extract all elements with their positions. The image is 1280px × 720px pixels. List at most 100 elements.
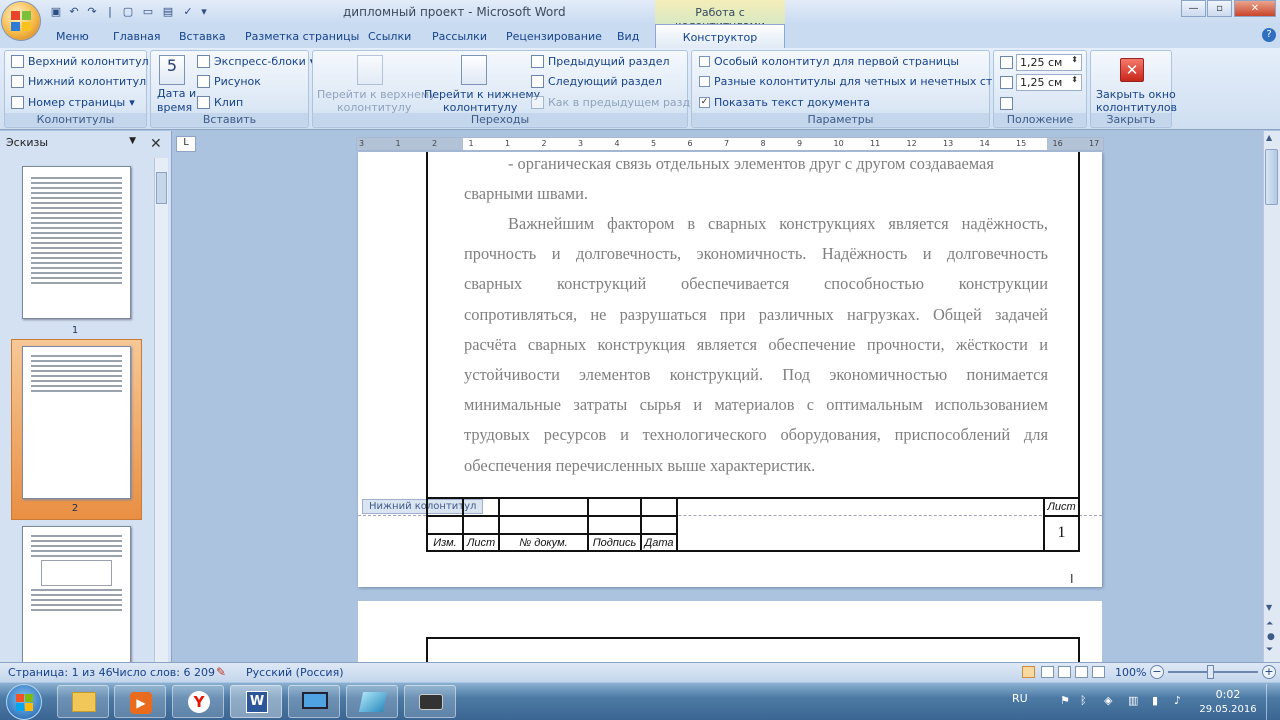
start-button[interactable] — [6, 684, 42, 720]
pane-scrollbar[interactable] — [154, 158, 168, 662]
tab-view[interactable]: Вид — [617, 27, 639, 47]
goto-header-button[interactable]: Перейти к верхнему — [317, 88, 436, 101]
tray-app-icon[interactable]: ◈ — [1104, 694, 1112, 707]
language-status[interactable]: Русский (Россия) — [246, 666, 344, 679]
scroll-thumb[interactable] — [156, 172, 167, 204]
footer-button[interactable]: Нижний колонтитул▾ — [11, 75, 156, 88]
clip-art-button[interactable]: Клип — [197, 96, 243, 109]
goto-header-icon — [357, 55, 383, 85]
maximize-button[interactable]: ▫ — [1207, 0, 1232, 17]
page-thumbnail-1[interactable] — [22, 166, 131, 319]
text-cursor-icon: I — [1070, 572, 1074, 586]
bluetooth-icon[interactable]: ᛒ — [1080, 694, 1087, 707]
page-thumbnail-3[interactable] — [22, 526, 131, 666]
link-icon — [531, 96, 544, 109]
clip-art-icon — [197, 96, 210, 109]
taskbar-explorer[interactable] — [57, 685, 109, 718]
clock-date[interactable]: 29.05.2016 — [1198, 704, 1258, 715]
prev-page-icon[interactable]: ⏶ — [1266, 619, 1273, 629]
zoom-level[interactable]: 100% — [1115, 666, 1146, 679]
footer-position-input[interactable]: 1,25 см ⬍ — [1016, 74, 1082, 91]
tab-selector-icon[interactable]: L — [176, 136, 196, 152]
stamp-list: Лист — [462, 533, 500, 552]
tab-insert[interactable]: Вставка — [179, 27, 226, 47]
print-layout-view-icon[interactable] — [1022, 666, 1035, 678]
close-window-button[interactable]: ✕ — [1234, 0, 1276, 17]
stamp-ndokum: № докум. — [498, 533, 589, 552]
minimize-button[interactable]: — — [1181, 0, 1206, 17]
clock-time[interactable]: 0:02 — [1204, 688, 1252, 701]
page-number-button[interactable]: Номер страницы ▾ — [11, 96, 135, 109]
zoom-out-icon[interactable]: − — [1150, 665, 1164, 679]
taskbar-app[interactable] — [346, 685, 398, 718]
customize-qat-icon[interactable]: ▾ — [196, 4, 212, 19]
date-time-button[interactable]: Дата и — [157, 87, 196, 100]
show-desktop-button[interactable] — [1266, 684, 1280, 720]
media-player-icon: ▶ — [130, 692, 152, 714]
tab-references[interactable]: Ссылки — [368, 27, 411, 47]
open-folder-icon[interactable]: ▭ — [140, 4, 156, 19]
spinner-arrows-icon[interactable]: ⬍ — [1071, 55, 1078, 64]
header-button[interactable]: Верхний колонтитул▾ — [11, 55, 158, 68]
taskbar-camera-app[interactable] — [404, 685, 456, 718]
tab-menu[interactable]: Меню — [56, 27, 89, 47]
scroll-down-icon[interactable]: ▼ — [1266, 603, 1272, 612]
dropdown-icon[interactable]: ▼ — [129, 136, 136, 146]
print-preview-icon[interactable]: ▤ — [160, 4, 176, 19]
insert-alignment-tab-icon[interactable] — [1000, 97, 1013, 110]
taskbar-yandex-browser[interactable]: Y — [172, 685, 224, 718]
network-icon[interactable]: ▥ — [1128, 694, 1138, 707]
taskbar-word[interactable]: W — [230, 685, 282, 718]
first-page-checkbox[interactable]: Особый колонтитул для первой страницы — [699, 55, 959, 68]
close-pane-icon[interactable]: ✕ — [150, 136, 162, 152]
save-icon[interactable]: ▣ — [48, 4, 64, 19]
office-logo-icon — [11, 11, 31, 31]
tab-design[interactable]: Конструктор — [655, 24, 785, 49]
header-position-input[interactable]: 1,25 см ⬍ — [1016, 54, 1082, 71]
spinner-arrows-icon[interactable]: ⬍ — [1071, 75, 1078, 84]
full-screen-view-icon[interactable] — [1041, 666, 1054, 678]
stamp-list-label: Лист — [1043, 497, 1080, 517]
tab-review[interactable]: Рецензирование — [506, 27, 602, 47]
tab-mailings[interactable]: Рассылки — [432, 27, 487, 47]
input-language[interactable]: RU — [1012, 692, 1028, 705]
picture-button[interactable]: Рисунок — [197, 75, 261, 88]
tab-page-layout[interactable]: Разметка страницы — [245, 27, 359, 47]
show-document-text-checkbox[interactable]: ✓ Показать текст документа — [699, 96, 870, 109]
office-button[interactable] — [2, 2, 40, 40]
scroll-up-icon[interactable]: ▲ — [1266, 133, 1272, 142]
new-document-icon[interactable]: ▢ — [120, 4, 136, 19]
web-layout-view-icon[interactable] — [1058, 666, 1071, 678]
zoom-slider-thumb[interactable] — [1207, 665, 1214, 679]
spelling-icon[interactable]: ✓ — [180, 4, 196, 19]
taskbar-computer[interactable] — [288, 685, 340, 718]
signal-icon[interactable]: ▮ — [1152, 694, 1158, 707]
status-bar: Страница: 1 из 46 Число слов: 6 209 ✎ Ру… — [0, 662, 1280, 682]
redo-icon[interactable]: ↷ — [84, 4, 100, 19]
previous-section-button[interactable]: Предыдущий раздел — [531, 55, 670, 68]
close-header-footer-button[interactable]: Закрыть окно — [1096, 88, 1176, 101]
page-thumbnail-2[interactable] — [22, 346, 131, 499]
page-count-status[interactable]: Страница: 1 из 46 — [8, 666, 113, 679]
next-page-icon[interactable]: ⏷ — [1266, 645, 1273, 655]
browse-object-icon[interactable]: ● — [1267, 632, 1275, 642]
quick-parts-button[interactable]: Экспресс-блоки▾ — [197, 55, 315, 68]
ruler-mark: 16 — [1052, 139, 1063, 148]
word-count-status[interactable]: Число слов: 6 209 — [112, 666, 215, 679]
volume-icon[interactable]: ♪ — [1174, 694, 1181, 707]
odd-even-checkbox[interactable]: Разные колонтитулы для четных и нечетных… — [699, 75, 1028, 88]
zoom-in-icon[interactable]: + — [1262, 665, 1276, 679]
undo-icon[interactable]: ↶ — [66, 4, 82, 19]
tab-home[interactable]: Главная — [113, 27, 161, 47]
outline-view-icon[interactable] — [1075, 666, 1088, 678]
vertical-scrollbar[interactable]: ▲ ▼ ⏶ ● ⏷ — [1263, 131, 1280, 662]
proofing-icon[interactable]: ✎ — [216, 665, 226, 679]
scroll-thumb[interactable] — [1265, 149, 1278, 205]
taskbar-media-player[interactable]: ▶ — [114, 685, 166, 718]
draft-view-icon[interactable] — [1092, 666, 1105, 678]
next-section-button[interactable]: Следующий раздел — [531, 75, 662, 88]
goto-footer-button[interactable]: Перейти к нижнему — [424, 88, 540, 101]
link-to-previous-button[interactable]: Как в предыдущем разделе — [531, 96, 711, 109]
tray-flag-icon[interactable]: ⚑ — [1060, 694, 1070, 707]
help-icon[interactable]: ? — [1262, 28, 1276, 42]
